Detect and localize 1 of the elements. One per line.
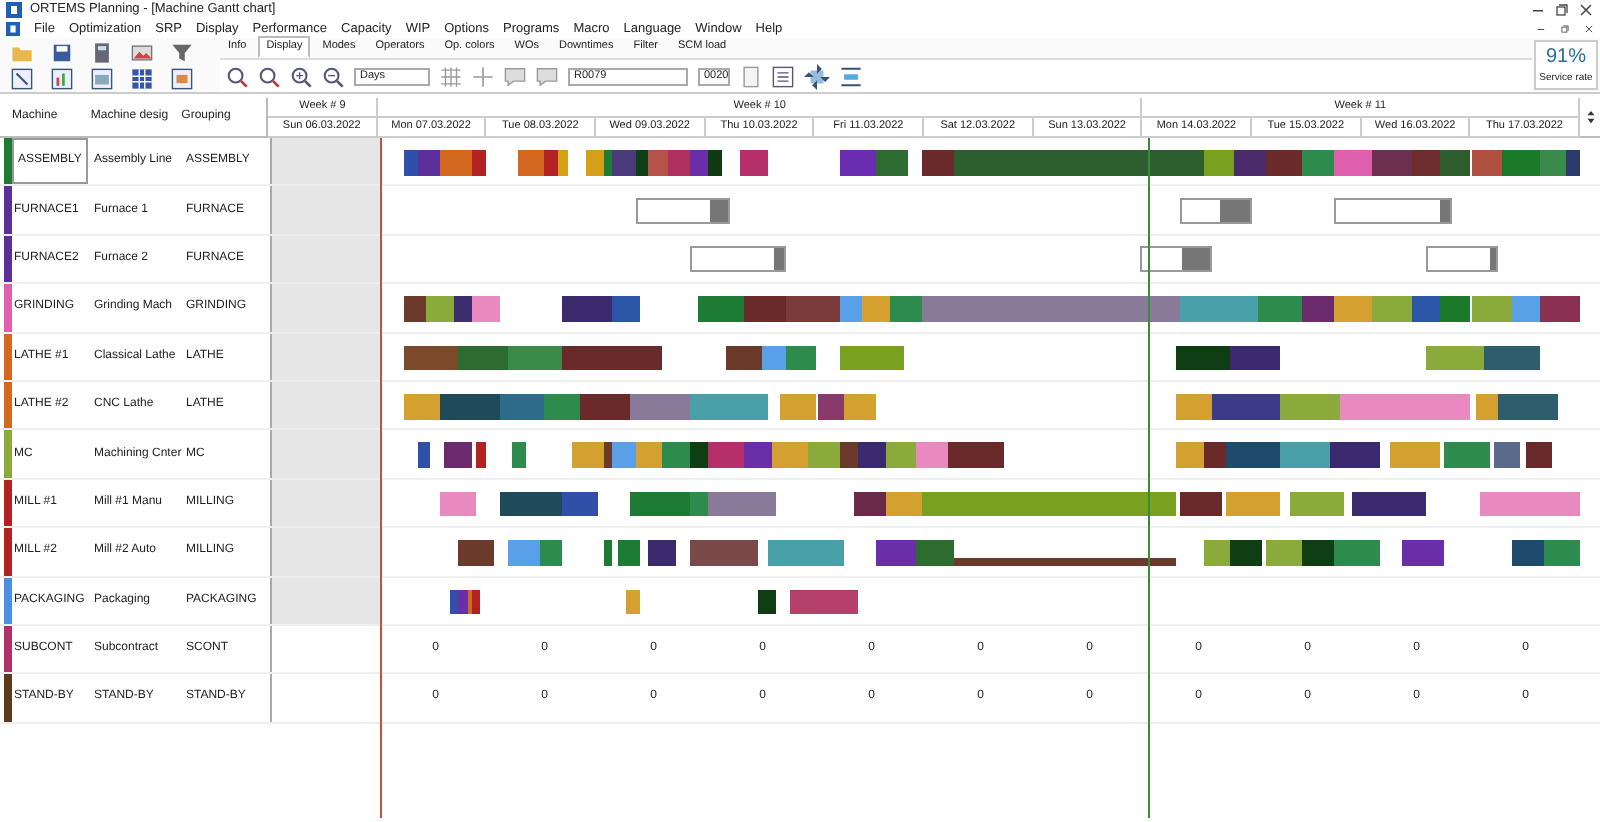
service-rate-value: 91%	[1545, 44, 1586, 73]
